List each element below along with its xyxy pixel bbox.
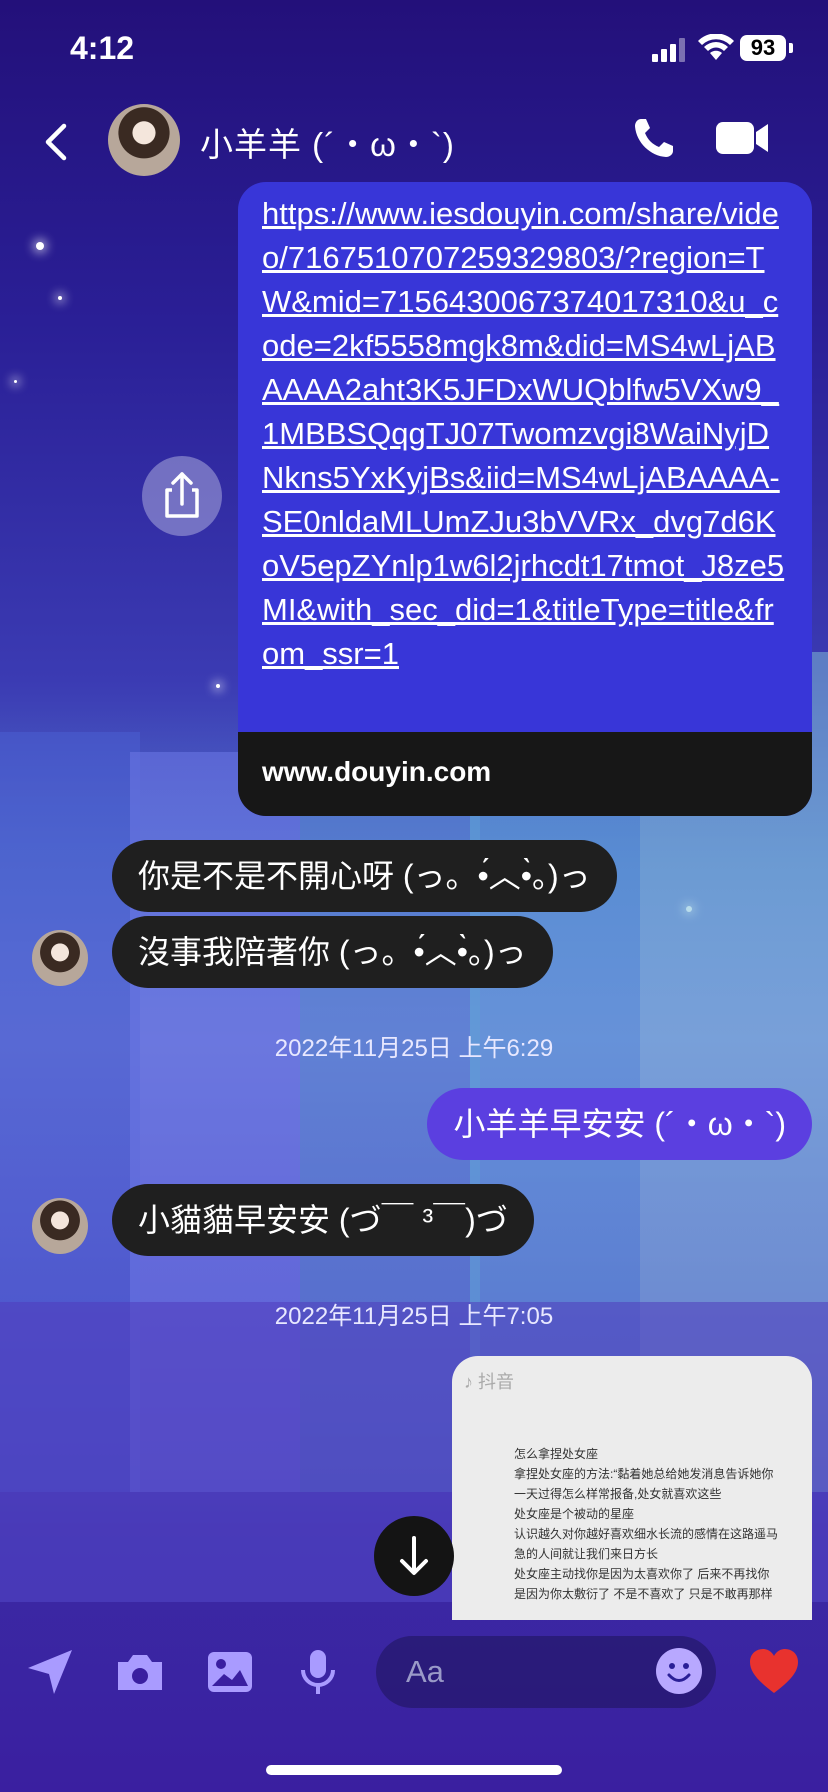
image-icon[interactable] — [204, 1646, 256, 1698]
battery-indicator: 93 — [740, 35, 786, 61]
caption-line: 是因为你太敷衍了 不是不喜欢了 只是不敢再那样 — [514, 1587, 773, 1601]
video-message-preview[interactable]: ♪ 抖音 怎么拿捏处女座 拿捏处女座的方法:“黏着她总给她发消息告诉她你 一天过… — [452, 1356, 812, 1620]
status-time: 4:12 — [70, 30, 135, 66]
incoming-message[interactable]: 沒事我陪著你 (っ。•́︿•̀。)っ — [112, 916, 553, 988]
caption-line: 急的人间就让我们来日方长 — [514, 1547, 659, 1561]
caption-line: 处女座是个被动的星座 — [514, 1507, 635, 1521]
contact-avatar-small[interactable] — [32, 1198, 88, 1254]
scroll-to-bottom-button[interactable] — [374, 1516, 454, 1596]
status-bar: 4:12 93 — [0, 0, 828, 100]
caption-line: 拿捏处女座的方法:“黏着她总给她发消息告诉她你 — [514, 1467, 774, 1481]
caption-line: 处女座主动找你是因为太喜欢你了 后来不再找你 — [514, 1567, 770, 1581]
arrow-down-icon — [400, 1536, 428, 1575]
video-app-name: 抖音 — [478, 1372, 515, 1392]
contact-avatar-small[interactable] — [32, 930, 88, 986]
caption-line: 认识越久对你越好喜欢细水长流的感情在这路遥马 — [514, 1527, 779, 1541]
share-icon — [165, 472, 199, 518]
chevron-left-icon[interactable] — [40, 122, 70, 162]
outgoing-message[interactable]: 小羊羊早安安 (´・ω・`) — [427, 1088, 812, 1160]
heart-icon[interactable] — [748, 1646, 800, 1698]
contact-avatar[interactable] — [108, 104, 180, 176]
phone-icon[interactable] — [632, 116, 676, 160]
wifi-icon — [698, 34, 734, 60]
cellular-signal-icon — [652, 38, 685, 62]
link-domain: www.douyin.com — [262, 756, 492, 787]
contact-name[interactable]: 小羊羊 (´・ω・`) — [200, 118, 455, 166]
caption-line: 怎么拿捏处女座 — [514, 1447, 599, 1461]
video-caption-text: 怎么拿捏处女座 拿捏处女座的方法:“黏着她总给她发消息告诉她你 一天过得怎么样常… — [514, 1444, 778, 1604]
incoming-message[interactable]: 小貓貓早安安 (づ￣ ³￣)づ — [112, 1184, 534, 1256]
location-arrow-icon[interactable] — [24, 1646, 76, 1698]
camera-icon[interactable] — [114, 1646, 166, 1698]
home-indicator — [266, 1765, 562, 1775]
chat-header: 小羊羊 (´・ω・`) — [0, 100, 828, 180]
share-button[interactable] — [142, 456, 222, 536]
caption-line: 一天过得怎么样常报备,处女就喜欢这些 — [514, 1487, 722, 1501]
video-camera-icon[interactable] — [716, 120, 770, 156]
link-url[interactable]: https://www.iesdouyin.com/share/video/71… — [238, 182, 812, 676]
douyin-logo: ♪ 抖音 — [464, 1372, 515, 1392]
message-composer: Aa — [0, 1636, 828, 1708]
message-timestamp: 2022年11月25日 上午6:29 — [274, 1035, 554, 1062]
link-preview-footer[interactable]: www.douyin.com — [238, 732, 812, 816]
smiley-icon[interactable] — [656, 1648, 702, 1694]
microphone-icon[interactable] — [292, 1646, 344, 1698]
message-timestamp: 2022年11月25日 上午7:05 — [274, 1303, 554, 1330]
message-input[interactable]: Aa — [376, 1636, 716, 1708]
link-message[interactable]: https://www.iesdouyin.com/share/video/71… — [238, 182, 812, 816]
incoming-message[interactable]: 你是不是不開心呀 (っ。•́︿•̀。)っ — [112, 840, 617, 912]
message-input-placeholder: Aa — [406, 1654, 444, 1689]
battery-tip — [789, 43, 793, 53]
